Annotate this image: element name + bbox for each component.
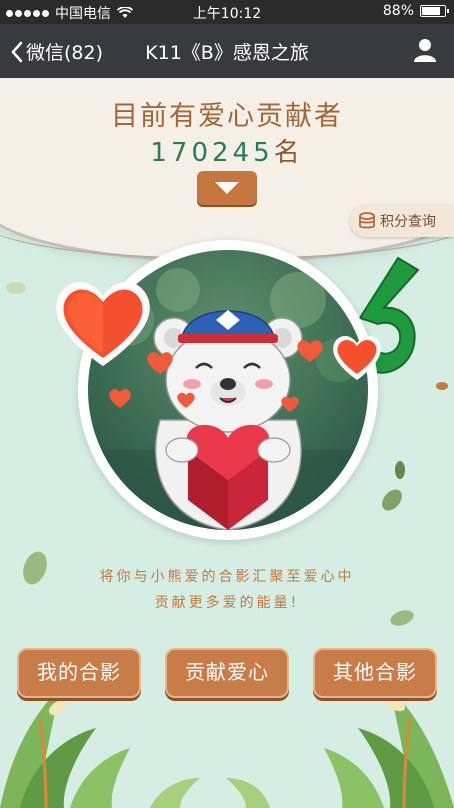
my-photos-button[interactable]: 我的合影: [17, 648, 141, 698]
user-profile-button[interactable]: [414, 38, 436, 66]
other-photos-button[interactable]: 其他合影: [313, 648, 437, 698]
action-buttons: 我的合影 贡献爱心 其他合影: [0, 648, 454, 704]
caption-line-2: 贡献更多爱的能量!: [154, 595, 300, 611]
chevron-left-icon: [11, 41, 23, 62]
main-content: 目前有爱心贡献者 170245名 积分查询 将你与小熊爱的合影汇聚至爱心中 贡献…: [0, 78, 454, 808]
nav-bar: 微信(82) K11《B》感恩之旅: [0, 24, 454, 78]
caption-line-1: 将你与小熊爱的合影汇聚至爱心中: [99, 569, 355, 585]
user-icon: [414, 39, 436, 62]
status-right: 88%: [382, 3, 449, 19]
battery-percent: 88%: [382, 3, 414, 19]
caption: 将你与小熊爱的合影汇聚至爱心中 贡献更多爱的能量!: [0, 564, 454, 616]
battery-icon: [420, 5, 449, 17]
donate-love-button[interactable]: 贡献爱心: [165, 648, 289, 698]
back-button[interactable]: 微信(82): [10, 38, 103, 65]
back-label: 微信(82): [26, 42, 104, 64]
status-bar: 中国电信 上午10:12 88%: [0, 0, 454, 24]
